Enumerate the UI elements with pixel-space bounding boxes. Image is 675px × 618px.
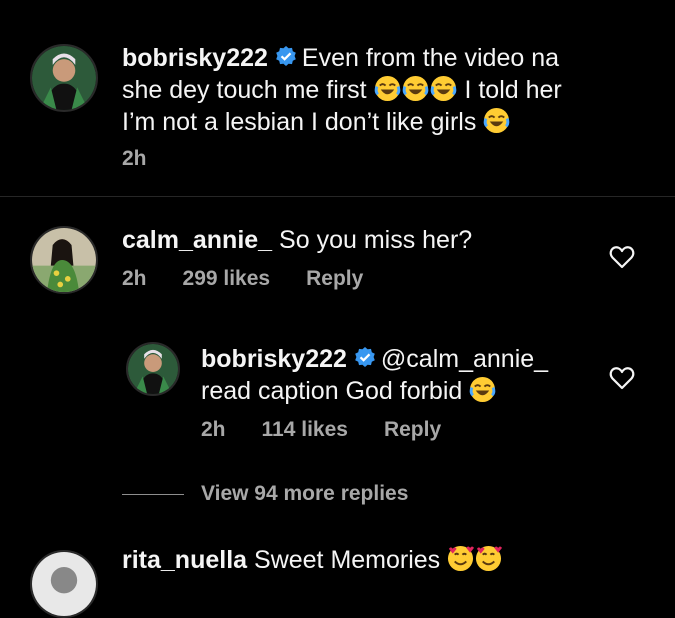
avatar[interactable] — [30, 550, 98, 618]
username[interactable]: bobrisky222 — [122, 44, 268, 72]
timestamp: 2h — [122, 267, 147, 290]
avatar[interactable] — [126, 342, 180, 396]
divider — [0, 196, 675, 197]
verified-badge-icon — [276, 46, 296, 66]
laughing-emoji-icon — [483, 107, 510, 134]
likes-count[interactable]: 299 likes — [183, 267, 271, 290]
laughing-emoji-icon — [374, 75, 400, 102]
heart-icon[interactable] — [609, 245, 635, 269]
mention-link[interactable]: @calm_annie_ — [381, 345, 548, 373]
reply-button[interactable]: Reply — [384, 418, 441, 441]
comment-text-line-1: Even from the video na — [301, 44, 560, 72]
username[interactable]: bobrisky222 — [201, 345, 347, 373]
likes-count[interactable]: 114 likes — [262, 418, 348, 441]
laughing-emoji-icon — [402, 75, 428, 102]
timestamp: 2h — [201, 418, 226, 441]
comment-text-line-2: she dey touch me first — [122, 76, 367, 104]
reply-meta: 2h 114 likes Reply — [201, 418, 477, 442]
laughing-emoji-icon — [469, 376, 496, 403]
comment-body: Sweet Memories — [254, 546, 441, 574]
comment-text: calm_annie_ So you miss her? — [122, 224, 472, 256]
username[interactable]: rita_nuella — [122, 546, 247, 574]
comment-meta: 2h — [122, 147, 183, 171]
reply-button[interactable]: Reply — [306, 267, 363, 290]
avatar[interactable] — [30, 44, 98, 112]
username[interactable]: calm_annie_ — [122, 226, 272, 254]
comment-text: rita_nuella Sweet Memories — [122, 544, 503, 576]
smiling-face-with-hearts-icon — [476, 545, 503, 572]
reply-text: bobrisky222 @calm_annie_ read caption God… — [201, 343, 601, 407]
comment-text-line-3: I’m not a lesbian I don’t like girls — [122, 108, 477, 136]
comment-text-line-2b: I told her — [464, 76, 562, 104]
view-more-line — [122, 494, 184, 495]
comment-text: bobrisky222 Even from the video na she de… — [122, 42, 642, 138]
smiling-face-with-hearts-icon — [448, 545, 475, 572]
reply-body: read caption God forbid — [201, 377, 463, 405]
comment-meta: 2h 299 likes Reply — [122, 267, 399, 291]
laughing-emoji-icon — [430, 75, 456, 102]
timestamp: 2h — [122, 147, 147, 170]
avatar[interactable] — [30, 226, 98, 294]
heart-icon[interactable] — [609, 366, 635, 390]
comment-body: So you miss her? — [279, 226, 473, 254]
view-more-replies-button[interactable]: View 94 more replies — [201, 482, 408, 506]
verified-badge-icon — [355, 347, 375, 367]
